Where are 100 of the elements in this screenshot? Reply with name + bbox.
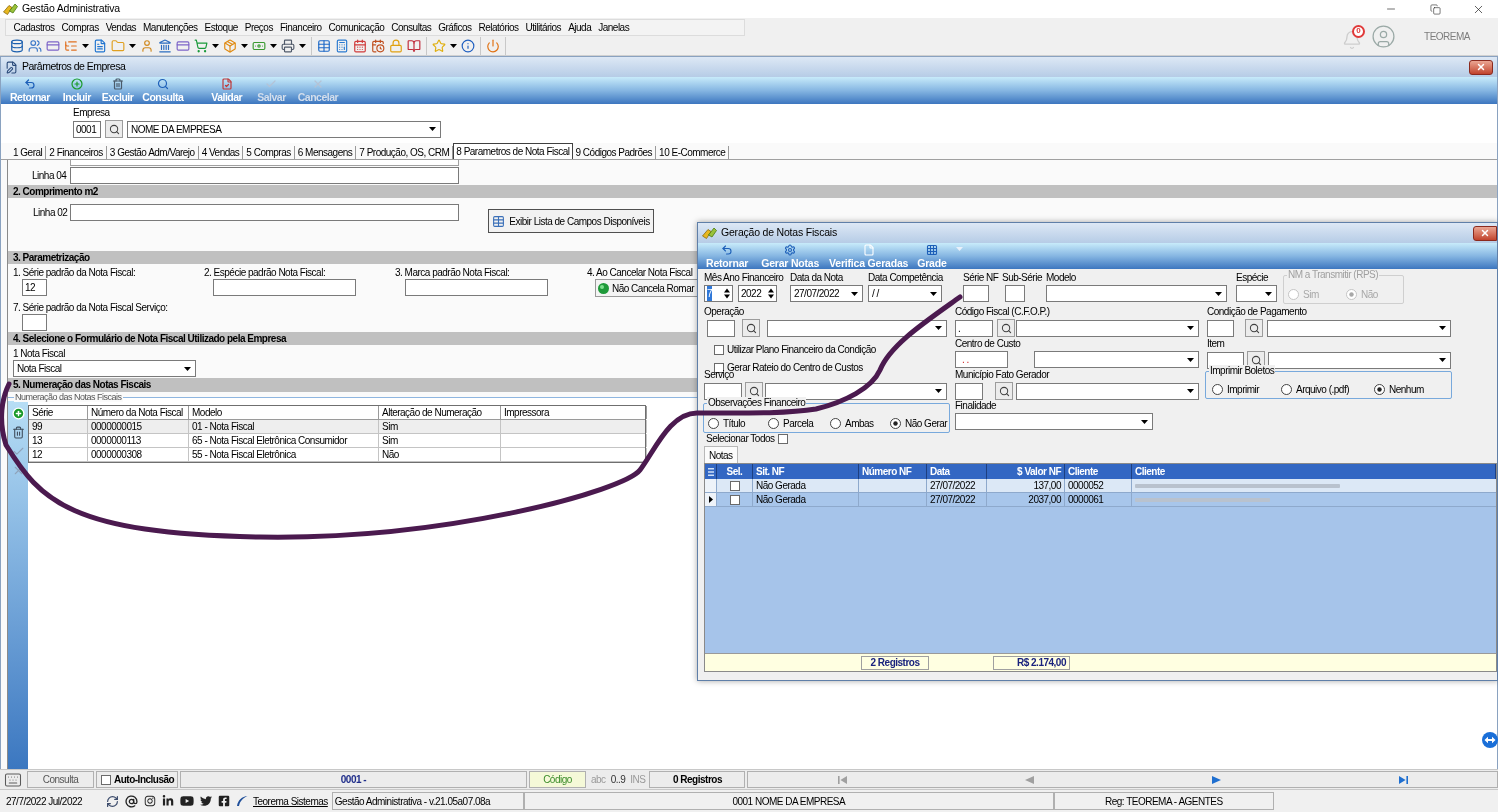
option-button[interactable]: Não Cancela Romar — [595, 279, 697, 297]
bell-icon[interactable] — [1342, 29, 1363, 50]
table-row[interactable]: 13 0000000113 65 - Nota Fiscal Eletrônica Consumidor Sim — [29, 434, 645, 448]
dropdown[interactable]: Nota Fiscal — [13, 360, 196, 377]
column-header[interactable]: Modelo — [189, 406, 379, 419]
twitter-icon[interactable] — [200, 795, 212, 807]
radio-option[interactable]: Ambas — [830, 416, 890, 431]
book-icon[interactable] — [407, 39, 421, 53]
radio-option[interactable]: Título — [708, 416, 768, 431]
dropdown[interactable] — [767, 319, 947, 337]
facebook-icon[interactable] — [218, 795, 230, 807]
radio-option[interactable]: Não Gerar — [890, 416, 948, 431]
tab[interactable]: 8 Parametros de Nota Fiscal — [453, 143, 573, 159]
input-field[interactable] — [1207, 319, 1234, 337]
search-button[interactable] — [105, 120, 123, 138]
users-icon[interactable] — [28, 39, 42, 53]
caret-icon[interactable] — [270, 44, 277, 48]
info-icon[interactable] — [461, 39, 475, 53]
input-field[interactable] — [707, 319, 735, 337]
input-field[interactable] — [70, 167, 459, 184]
calendar-clock-icon[interactable] — [371, 39, 385, 53]
menu-item[interactable]: Preços — [241, 20, 277, 35]
calculator-icon[interactable] — [335, 39, 349, 53]
spin-field[interactable]: 7 — [704, 285, 733, 302]
tab[interactable]: 1 Geral — [10, 146, 47, 159]
card-icon[interactable] — [176, 39, 190, 53]
input-field[interactable] — [963, 285, 989, 302]
caret-icon[interactable] — [82, 44, 89, 48]
menu-item[interactable]: Vendas — [102, 20, 140, 35]
table-row[interactable]: 12 0000000308 55 - Nota Fiscal Eletrônica Não — [29, 448, 645, 462]
trash-icon[interactable] — [11, 426, 25, 439]
checkbox-icon[interactable] — [729, 494, 740, 505]
menu-item[interactable]: Estoque — [201, 20, 242, 35]
show-fields-button[interactable]: Exibir Lista de Campos Disponíveis — [488, 209, 654, 233]
column-header[interactable]: Alteração de Numeração — [379, 406, 501, 419]
tab[interactable]: 10 E-Commerce — [656, 146, 730, 159]
power-icon[interactable] — [486, 39, 500, 53]
input-field[interactable] — [704, 382, 742, 400]
column-menu-icon[interactable] — [707, 467, 714, 476]
menu-item[interactable]: Gráficos — [434, 20, 475, 35]
caret-icon[interactable] — [450, 44, 457, 48]
document-icon[interactable] — [93, 39, 107, 53]
search-button[interactable] — [742, 319, 760, 337]
tab[interactable]: 4 Vendas — [198, 146, 244, 159]
checkbox-icon[interactable] — [729, 480, 740, 491]
menu-item[interactable]: Compras — [58, 20, 103, 35]
input-field[interactable] — [70, 160, 459, 166]
tab[interactable]: 3 Gestão Adm/Varejo — [106, 146, 199, 159]
next-icon[interactable] — [1211, 775, 1221, 784]
menu-item[interactable]: Utilitários — [522, 20, 565, 35]
input-field[interactable] — [70, 204, 459, 221]
search-button[interactable] — [745, 382, 763, 400]
menu-item[interactable]: Financeiro — [276, 20, 326, 35]
menu-item[interactable]: Janelas — [594, 20, 633, 35]
refresh-icon[interactable] — [106, 794, 119, 808]
spin-field[interactable]: 2022 — [738, 285, 777, 302]
search-button[interactable] — [997, 319, 1015, 337]
column-header[interactable]: Impressora — [501, 406, 647, 419]
menu-item[interactable]: Relatórios — [474, 20, 522, 35]
input-field[interactable] — [22, 314, 47, 331]
input-field[interactable] — [213, 279, 356, 296]
database-icon[interactable] — [10, 39, 24, 53]
column-header[interactable]: Série — [29, 406, 88, 419]
checkbox-option[interactable]: Auto-Inclusão — [96, 771, 178, 788]
caret-icon[interactable] — [241, 44, 248, 48]
dropdown[interactable]: NOME DA EMPRESA — [127, 120, 441, 138]
tab[interactable]: 6 Mensagens — [294, 146, 357, 159]
input-field[interactable]: 12 — [22, 279, 47, 296]
dropdown[interactable] — [765, 382, 947, 400]
dropdown[interactable]: / / — [868, 285, 942, 302]
table-row[interactable]: Não Gerada 27/07/2022 2037,00 0000061 — [705, 493, 1496, 507]
input-field[interactable] — [955, 382, 983, 400]
input-field[interactable] — [405, 279, 548, 296]
table-row[interactable]: 99 0000000015 01 - Nota Fiscal Sim — [29, 420, 645, 434]
menu-item[interactable]: Manutenções — [139, 20, 202, 35]
tab[interactable]: Notas — [704, 446, 738, 463]
dropdown[interactable]: 27/07/2022 — [790, 285, 863, 302]
table-icon[interactable] — [317, 39, 331, 53]
checkbox-option[interactable]: Selecionar Todos — [706, 431, 788, 446]
star-icon[interactable] — [432, 39, 446, 53]
search-button[interactable] — [995, 382, 1013, 400]
youtube-icon[interactable] — [180, 794, 194, 808]
caret-icon[interactable] — [129, 44, 136, 48]
input-field[interactable] — [1005, 285, 1025, 302]
tab[interactable]: 2 Financeiros — [46, 146, 107, 159]
instagram-icon[interactable] — [144, 795, 156, 807]
close-button[interactable] — [1469, 59, 1493, 75]
input-field[interactable]: . . — [955, 351, 1008, 368]
input-field[interactable]: . — [955, 319, 993, 337]
column-header[interactable]: Número da Nota Fiscal — [88, 406, 189, 419]
caret-icon[interactable] — [299, 44, 306, 48]
radio-option[interactable]: Parcela — [768, 416, 830, 431]
card-icon[interactable] — [46, 39, 60, 53]
calendar-icon[interactable] — [353, 39, 367, 53]
menu-item[interactable]: Ajuda — [564, 20, 595, 35]
spin-arrows-icon[interactable] — [768, 288, 774, 299]
caret-icon[interactable] — [212, 44, 219, 48]
plus-circle-icon[interactable] — [11, 407, 25, 420]
menu-item[interactable]: Cadastros — [10, 20, 59, 35]
spin-arrows-icon[interactable] — [724, 288, 730, 299]
